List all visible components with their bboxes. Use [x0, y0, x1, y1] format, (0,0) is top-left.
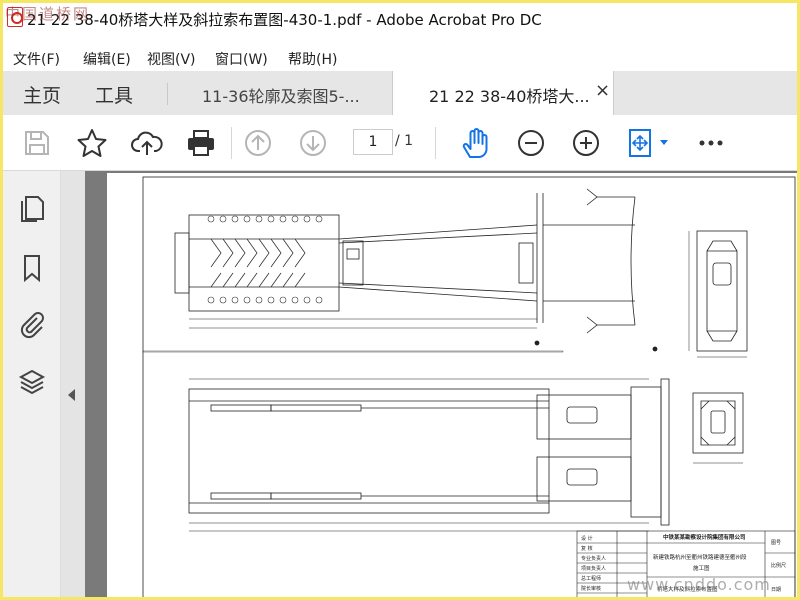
title-block-row-1: 设 计 [581, 535, 593, 542]
menu-edit[interactable]: 编辑(E) [83, 49, 131, 69]
title-block-label-2: 比例尺 [771, 562, 786, 569]
document-view[interactable]: 设 计 复 核 专业负责人 项目负责人 总工程师 院长审核 中铁某某勘察设计院集… [85, 171, 797, 597]
cloud-upload-icon[interactable] [131, 127, 163, 159]
watermark-top-left: 中国道桥网 [5, 5, 91, 23]
tab-home[interactable]: 主页 [23, 81, 61, 108]
menu-bar: 文件(F) 编辑(E) 视图(V) 窗口(W) 帮助(H) [3, 45, 797, 71]
zoom-in-icon[interactable] [570, 127, 602, 159]
more-icon[interactable] [695, 127, 727, 159]
title-block-project: 新建铁路杭州至衢州铁路建德至衢州段 [653, 553, 747, 561]
title-block-label-1: 图号 [771, 540, 781, 546]
tab-close-icon[interactable]: × [595, 80, 610, 101]
title-block-stage: 施工图 [693, 564, 710, 572]
tab-bar: 主页 工具 11-36轮廓及索图5-... 21 22 38-40桥塔大... … [3, 71, 797, 115]
collapse-arrow-icon[interactable] [68, 389, 75, 401]
print-icon[interactable] [185, 127, 217, 159]
pages-icon[interactable] [17, 193, 47, 223]
menu-view[interactable]: 视图(V) [147, 49, 196, 69]
hand-tool-icon[interactable] [460, 127, 492, 159]
toolbar: 1 / 1 [3, 115, 797, 171]
tab-document-1[interactable]: 11-36轮廓及索图5-... [168, 71, 392, 115]
menu-window[interactable]: 窗口(W) [215, 49, 268, 69]
menu-help[interactable]: 帮助(H) [288, 49, 337, 69]
title-block-row-6: 院长审核 [581, 585, 601, 592]
window-title: 21 22 38-40桥塔大样及斜拉索布置图-430-1.pdf - Adobe… [27, 11, 542, 29]
title-block-row-3: 专业负责人 [581, 555, 606, 562]
page-total: / 1 [395, 133, 414, 149]
tab-document-2-label: 21 22 38-40桥塔大... [429, 87, 590, 106]
bookmark-icon[interactable] [17, 253, 47, 283]
page-number-input[interactable]: 1 [353, 129, 393, 155]
save-icon[interactable] [21, 127, 53, 159]
title-block-row-4: 项目负责人 [581, 565, 606, 572]
tab-document-2[interactable]: 21 22 38-40桥塔大... × [392, 71, 614, 115]
title-block-row-2: 复 核 [581, 545, 593, 552]
title-bar: 21 22 38-40桥塔大样及斜拉索布置图-430-1.pdf - Adobe… [3, 3, 797, 45]
fit-page-icon[interactable] [625, 127, 657, 159]
zoom-out-icon[interactable] [515, 127, 547, 159]
title-block-row-5: 总工程师 [581, 575, 601, 582]
watermark-bottom-right: www.cnddo.com [627, 575, 771, 594]
attachment-icon[interactable] [17, 309, 47, 339]
title-block-label-3: 日期 [771, 587, 781, 593]
pdf-page: 设 计 复 核 专业负责人 项目负责人 总工程师 院长审核 中铁某某勘察设计院集… [107, 173, 797, 597]
page-down-icon[interactable] [297, 127, 329, 159]
toolbar-separator [435, 127, 436, 159]
menu-file[interactable]: 文件(F) [13, 49, 60, 69]
engineering-drawing: 设 计 复 核 专业负责人 项目负责人 总工程师 院长审核 中铁某某勘察设计院集… [142, 176, 796, 597]
toolbar-separator [231, 127, 232, 159]
acrobat-window: 21 22 38-40桥塔大样及斜拉索布置图-430-1.pdf - Adobe… [0, 0, 800, 600]
chevron-down-icon[interactable] [659, 139, 669, 147]
star-icon[interactable] [76, 127, 108, 159]
title-block-company: 中铁某某勘察设计院集团有限公司 [663, 533, 746, 541]
layers-icon[interactable] [17, 367, 47, 397]
page-up-icon[interactable] [242, 127, 274, 159]
pane-collapse-strip[interactable] [61, 171, 85, 597]
tab-tools[interactable]: 工具 [95, 81, 133, 108]
tab-document-1-label: 11-36轮廓及索图5-... [202, 87, 360, 106]
navigation-pane [3, 171, 61, 597]
